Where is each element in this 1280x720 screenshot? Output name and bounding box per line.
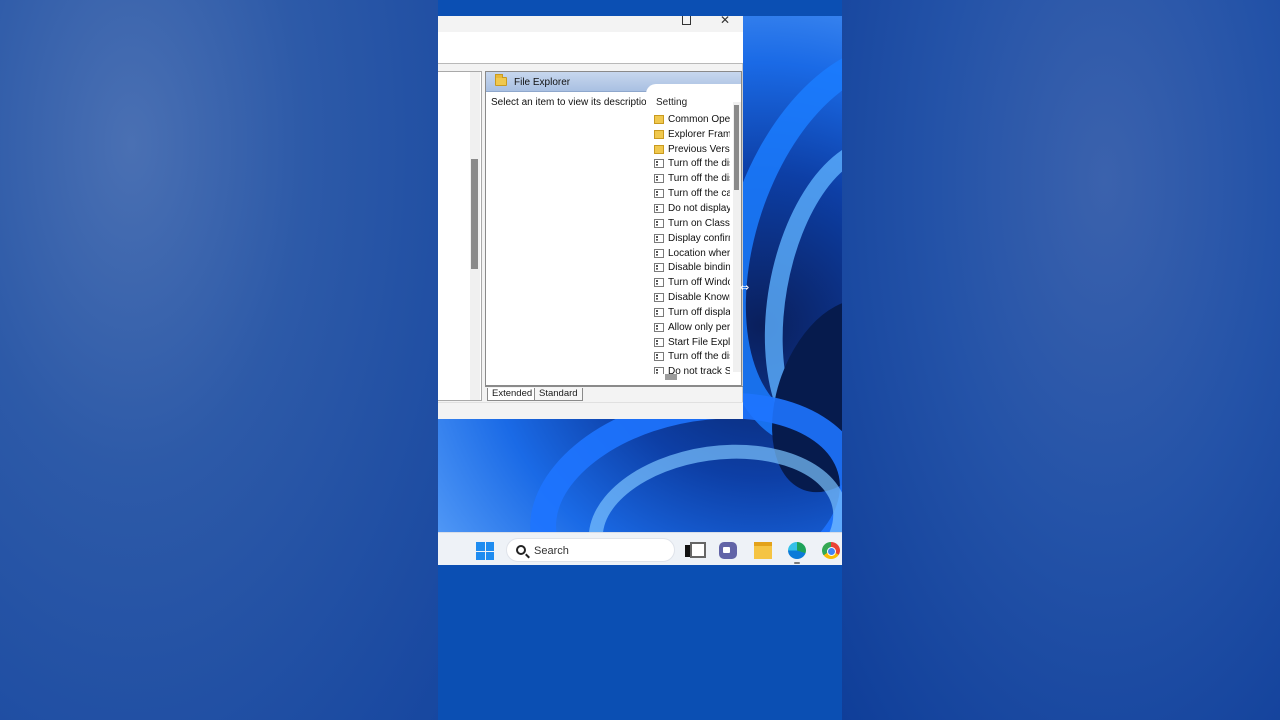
setting-label: Turn on Classic	[668, 217, 730, 229]
policy-setting-icon	[654, 352, 664, 362]
toolbar-area	[438, 32, 743, 64]
setting-label: Explorer Frame	[668, 128, 730, 140]
setting-label: Do not display	[668, 202, 730, 214]
tab-extended[interactable]: Extended	[487, 388, 538, 401]
policy-setting-icon	[654, 278, 664, 288]
toolbar-divider	[438, 63, 743, 64]
maximize-icon[interactable]	[682, 16, 691, 25]
frame-top-bar	[438, 0, 842, 16]
setting-label: Display confirm	[668, 232, 730, 244]
policy-setting-icon	[654, 159, 664, 169]
frame-bottom-area	[438, 565, 842, 720]
setting-row[interactable]: Location where	[654, 246, 734, 261]
edge-running-indicator	[794, 562, 800, 564]
settings-pane: File Explorer Select an item to view its…	[485, 71, 742, 386]
policy-setting-icon	[654, 248, 664, 258]
list-scrollbar-thumb[interactable]	[734, 105, 739, 190]
status-bar	[438, 402, 743, 419]
description-text: Select an item to view its description.	[491, 97, 655, 108]
policy-setting-icon	[654, 263, 664, 273]
setting-row[interactable]: Disable binding	[654, 260, 734, 275]
blurred-background-left	[0, 0, 438, 720]
file-explorer-icon[interactable]	[754, 542, 772, 559]
group-policy-editor-window: ✕ File Explorer Select an item to view i…	[438, 13, 743, 419]
teams-chat-icon[interactable]	[719, 542, 737, 559]
chrome-icon[interactable]	[822, 542, 840, 559]
setting-label: Previous Versio	[668, 143, 730, 155]
view-tabs: Extended Standard	[485, 386, 743, 401]
settings-rows: Common Oper Explorer Frame Previous Versio…	[654, 112, 734, 374]
setting-label: Turn off the dis	[668, 351, 730, 363]
setting-label: Turn off the dis	[668, 173, 730, 185]
search-label: Search	[534, 545, 569, 557]
task-view-icon[interactable]	[685, 542, 706, 559]
setting-label: Start File Explo	[668, 336, 730, 348]
setting-row[interactable]: Turn on Classic	[654, 216, 734, 231]
setting-row[interactable]: Start File Explo	[654, 335, 734, 350]
setting-row[interactable]: Turn off the ca	[654, 186, 734, 201]
setting-row[interactable]: Allow only per	[654, 320, 734, 335]
policy-tree-pane[interactable]	[438, 71, 482, 401]
tree-scrollbar-thumb[interactable]	[471, 159, 478, 269]
setting-label: Common Oper	[668, 113, 730, 125]
setting-label: Do not track Sh	[668, 366, 730, 374]
resize-cursor-icon: ⇔	[740, 281, 750, 294]
setting-row[interactable]: Do not track Sh	[654, 364, 734, 374]
policy-setting-icon	[654, 203, 664, 213]
pane-title: File Explorer	[514, 77, 571, 88]
policy-setting-icon	[654, 174, 664, 184]
setting-label: Turn off Windo	[668, 277, 730, 289]
setting-row[interactable]: Previous Versio	[654, 142, 734, 157]
setting-row[interactable]: Do not display	[654, 201, 734, 216]
policy-setting-icon	[654, 218, 664, 228]
folder-icon	[654, 144, 664, 154]
setting-label: Disable binding	[668, 262, 730, 274]
search-icon	[516, 545, 526, 555]
setting-label: Disable Known	[668, 292, 730, 304]
policy-setting-icon	[654, 322, 664, 332]
setting-row[interactable]: Turn off displa	[654, 305, 734, 320]
setting-row[interactable]: Common Oper	[654, 112, 734, 127]
setting-row[interactable]: Display confirm	[654, 231, 734, 246]
blurred-background-right	[842, 0, 1280, 720]
setting-label: Location where	[668, 247, 730, 259]
setting-row[interactable]: Turn off the dis	[654, 157, 734, 172]
close-icon[interactable]: ✕	[720, 13, 730, 27]
setting-label: Turn off the dis	[668, 158, 730, 170]
policy-setting-icon	[654, 337, 664, 347]
folder-icon	[495, 74, 507, 86]
taskbar-search-box[interactable]: Search	[506, 538, 675, 562]
setting-label: Turn off the ca	[668, 188, 730, 200]
setting-label: Turn off displa	[668, 306, 730, 318]
settings-list: Setting Common Oper Explorer Frame Previou…	[646, 84, 741, 374]
taskbar: Search	[438, 532, 842, 565]
policy-setting-icon	[654, 293, 664, 303]
policy-setting-icon	[654, 189, 664, 199]
policy-setting-icon	[654, 367, 664, 374]
setting-label: Allow only per	[668, 321, 730, 333]
column-header-setting[interactable]: Setting	[656, 97, 687, 108]
edge-icon[interactable]	[788, 542, 806, 559]
policy-setting-icon	[654, 233, 664, 243]
screen-recording-frame: ✕ File Explorer Select an item to view i…	[438, 0, 842, 720]
tab-standard[interactable]: Standard	[534, 388, 583, 401]
setting-row[interactable]: Turn off Windo	[654, 275, 734, 290]
setting-row[interactable]: Turn off the dis	[654, 350, 734, 365]
title-bar: ✕	[438, 13, 743, 32]
setting-row[interactable]: Turn off the dis	[654, 171, 734, 186]
horizontal-scrollbar-thumb[interactable]	[665, 374, 677, 380]
folder-icon	[654, 129, 664, 139]
windows-start-icon[interactable]	[476, 542, 494, 560]
folder-icon	[654, 114, 664, 124]
setting-row[interactable]: Explorer Frame	[654, 127, 734, 142]
setting-row[interactable]: Disable Known	[654, 290, 734, 305]
policy-setting-icon	[654, 307, 664, 317]
